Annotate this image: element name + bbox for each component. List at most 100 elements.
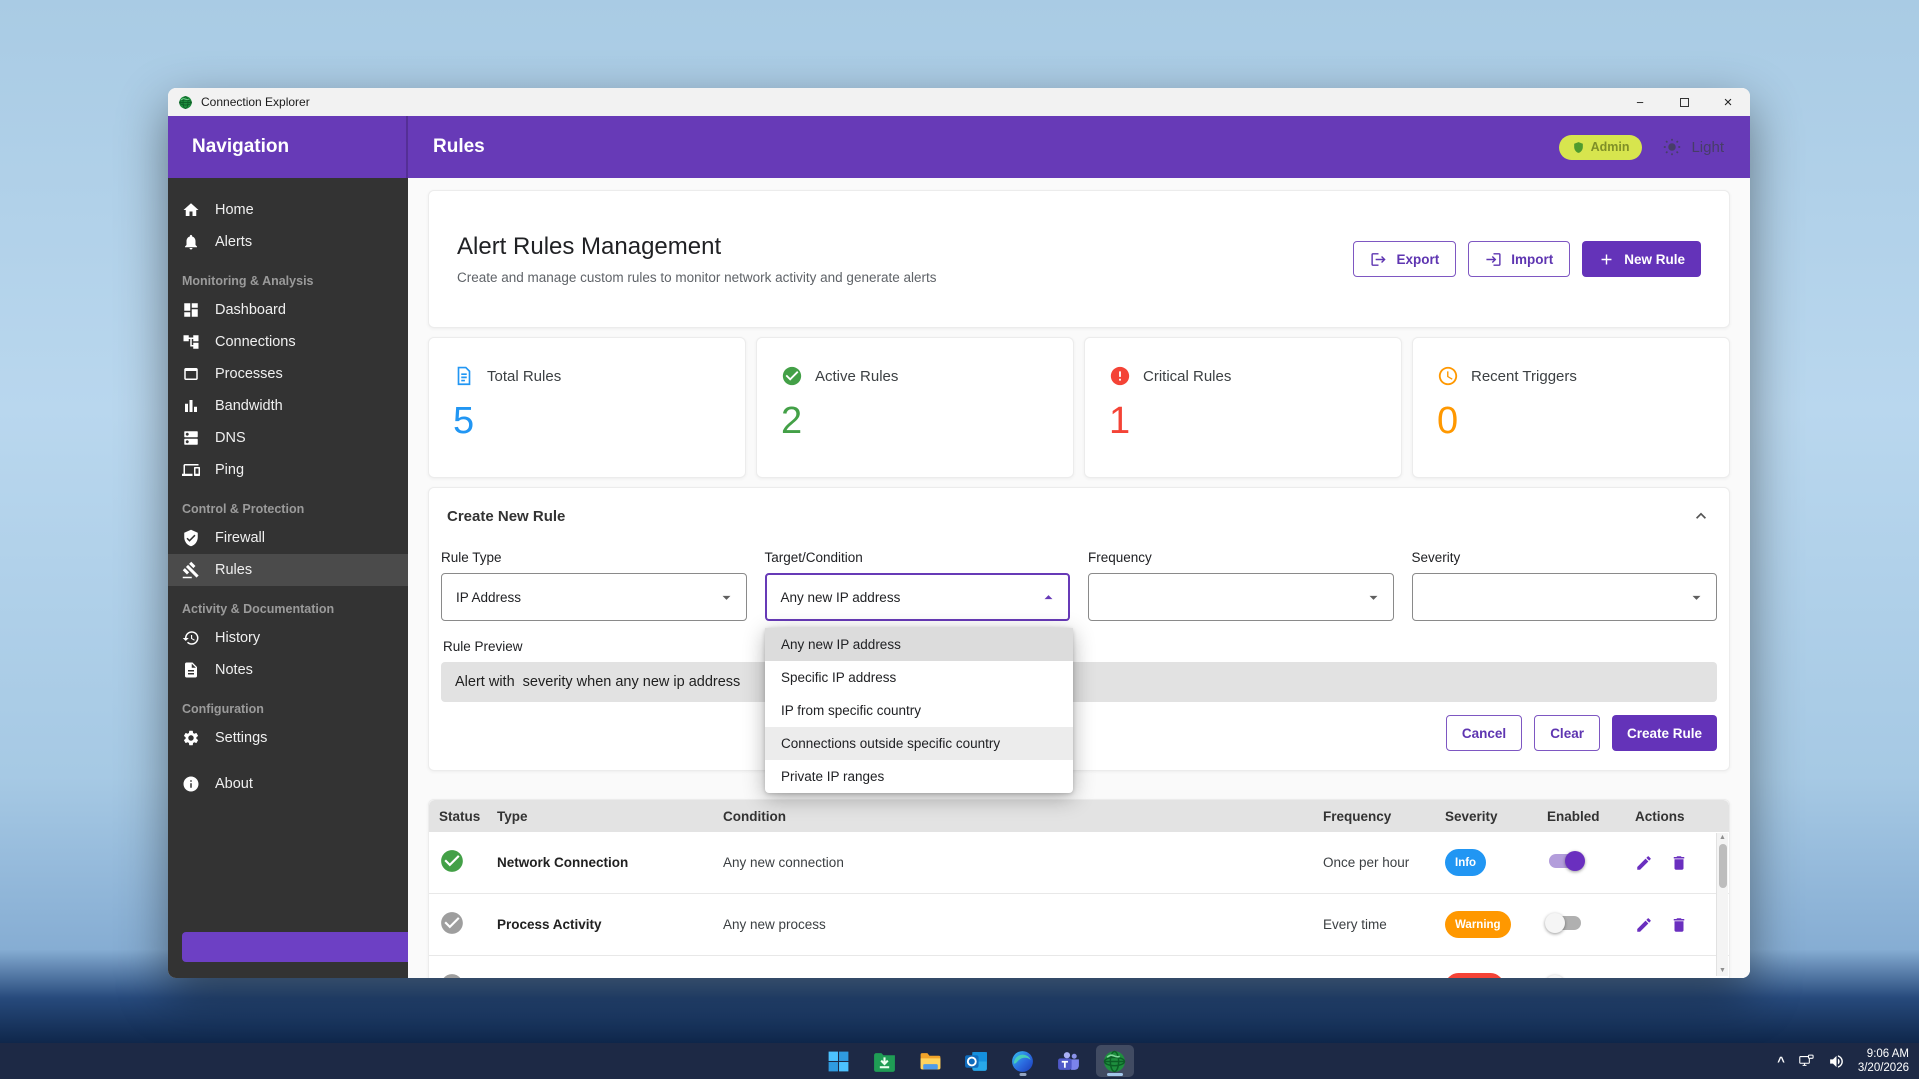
stat-value: 5: [453, 400, 475, 442]
severity-badge: Critical: [1445, 973, 1504, 978]
caret-icon: [717, 588, 736, 607]
dropdown-option-ip-from-specific-country[interactable]: IP from specific country: [765, 694, 1073, 727]
app-icon: [178, 95, 193, 110]
sidebar-item-notes[interactable]: Notes: [168, 654, 408, 686]
stat-card-active-rules: Active Rules 2: [756, 337, 1074, 478]
cancel-button[interactable]: Cancel: [1445, 715, 1523, 751]
sidebar: Home Alerts Monitoring & Analysis Dashbo…: [168, 178, 408, 978]
severity-badge: Warning: [1445, 911, 1511, 938]
delete-icon[interactable]: [1670, 916, 1688, 934]
create-rule-button[interactable]: Create Rule: [1611, 715, 1717, 751]
bell-icon: [182, 233, 200, 251]
enabled-toggle[interactable]: [1545, 975, 1583, 978]
rule-preview-text: Alert with severity when any new ip addr…: [441, 662, 1717, 702]
taskbar-icon-start[interactable]: [820, 1045, 858, 1077]
sidebar-item-rules[interactable]: Rules: [168, 554, 408, 586]
enabled-toggle[interactable]: [1547, 851, 1585, 871]
dns-icon: [182, 429, 200, 447]
start-icon: [826, 1049, 851, 1074]
tray-chevron-icon[interactable]: ^: [1777, 1054, 1785, 1069]
taskbar: ^ 9:06 AM 3/20/2026: [0, 1043, 1919, 1079]
sidebar-item-history[interactable]: History: [168, 622, 408, 654]
collapse-icon[interactable]: [1691, 506, 1711, 526]
taskbar-icon-edge[interactable]: [1004, 1045, 1042, 1077]
check-circle-icon: [781, 365, 803, 387]
select-frequency[interactable]: [1088, 573, 1394, 621]
dropdown-option-private-ip-ranges[interactable]: Private IP ranges: [765, 760, 1073, 793]
app-header: Navigation Rules Admin Light: [168, 116, 1750, 178]
stat-card-recent-triggers: Recent Triggers 0: [1412, 337, 1730, 478]
stat-card-critical-rules: Critical Rules 1: [1084, 337, 1402, 478]
enabled-toggle[interactable]: [1545, 913, 1583, 933]
taskbar-icon-downloads[interactable]: [866, 1045, 904, 1077]
sidebar-item-processes[interactable]: Processes: [168, 358, 408, 390]
delete-icon[interactable]: [1670, 854, 1688, 872]
sidebar-item-ping[interactable]: Ping: [168, 454, 408, 486]
delete-icon[interactable]: [1670, 978, 1688, 979]
home-icon: [182, 201, 200, 219]
taskbar-icon-outlook[interactable]: [958, 1045, 996, 1077]
theme-toggle[interactable]: Light: [1662, 137, 1724, 157]
page-title: Rules: [433, 136, 485, 157]
dropdown-option-specific-ip-address[interactable]: Specific IP address: [765, 661, 1073, 694]
edit-icon[interactable]: [1635, 916, 1653, 934]
clock-date: 3/20/2026: [1857, 1062, 1909, 1074]
outlook-icon: [964, 1049, 989, 1074]
sidebar-item-dashboard[interactable]: Dashboard: [168, 294, 408, 326]
admin-badge[interactable]: Admin: [1558, 134, 1643, 160]
export-button[interactable]: Export: [1353, 241, 1457, 277]
sidebar-item-firewall[interactable]: Firewall: [168, 522, 408, 554]
sidebar-item-dns[interactable]: DNS: [168, 422, 408, 454]
maximize-button[interactable]: [1662, 88, 1706, 116]
rules-table: Status Type Condition Frequency Severity Enab…: [428, 799, 1730, 978]
edit-icon[interactable]: [1635, 854, 1653, 872]
minimize-button[interactable]: −: [1618, 88, 1662, 116]
sidebar-item-bandwidth[interactable]: Bandwidth: [168, 390, 408, 422]
clear-button[interactable]: Clear: [1534, 715, 1600, 751]
sidebar-section-monitoring-analysis: Monitoring & Analysis: [182, 274, 314, 288]
stat-label: Recent Triggers: [1471, 367, 1577, 385]
dropdown-option-any-new-ip-address[interactable]: Any new IP address: [765, 628, 1073, 661]
sidebar-item-connections[interactable]: Connections: [168, 326, 408, 358]
taskbar-icon-teams[interactable]: [1050, 1045, 1088, 1077]
close-button[interactable]: ×: [1706, 88, 1750, 116]
taskbar-icon-file-explorer[interactable]: [912, 1045, 950, 1077]
create-rule-title: Create New Rule: [447, 507, 566, 525]
taskbar-icon-globe[interactable]: [1095, 1045, 1134, 1077]
bandwidth-icon: [182, 397, 200, 415]
new-rule-button[interactable]: New Rule: [1582, 241, 1701, 277]
page-subtitle: Create and manage custom rules to monito…: [457, 270, 937, 285]
stat-value: 1: [1109, 400, 1131, 442]
clock-time: 9:06 AM: [1866, 1048, 1909, 1060]
status-icon: [439, 910, 465, 936]
sidebar-item-about[interactable]: About: [168, 768, 408, 800]
import-icon: [1485, 251, 1502, 268]
edit-icon[interactable]: [1635, 978, 1653, 979]
dropdown-option-connections-outside-specific-country[interactable]: Connections outside specific country: [765, 727, 1073, 760]
settings-icon: [182, 729, 200, 747]
edge-icon: [1010, 1049, 1035, 1074]
sidebar-item-home[interactable]: Home: [168, 194, 408, 226]
downloads-icon: [872, 1049, 897, 1074]
select-target-condition[interactable]: Any new IP address: [764, 573, 1070, 621]
caret-icon: [1364, 588, 1383, 607]
field-frequency: Frequency: [1088, 550, 1394, 621]
select-rule-type[interactable]: IP Address: [441, 573, 747, 621]
network-tray-icon[interactable]: [1798, 1053, 1815, 1070]
volume-tray-icon[interactable]: [1828, 1053, 1845, 1070]
app-window: Connection Explorer − × Navigation Rules…: [168, 88, 1750, 978]
column-header: Type: [497, 808, 528, 824]
theme-label: Light: [1691, 138, 1724, 156]
sidebar-item-settings[interactable]: Settings: [168, 722, 408, 754]
sidebar-item-alerts[interactable]: Alerts: [168, 226, 408, 258]
clock-icon: [1437, 365, 1459, 387]
admin-label: Admin: [1590, 140, 1630, 154]
error-circle-icon: [1109, 365, 1131, 387]
select-severity[interactable]: [1411, 573, 1717, 621]
stat-value: 2: [781, 400, 803, 442]
import-button[interactable]: Import: [1468, 241, 1571, 277]
field-rule-type: Rule Type IP Address: [441, 550, 747, 621]
target-condition-dropdown: Any new IP address Specific IP address I…: [765, 628, 1073, 793]
table-scrollbar[interactable]: ▲ ▼: [1716, 833, 1728, 976]
taskbar-clock[interactable]: 9:06 AM 3/20/2026: [1858, 1047, 1909, 1075]
